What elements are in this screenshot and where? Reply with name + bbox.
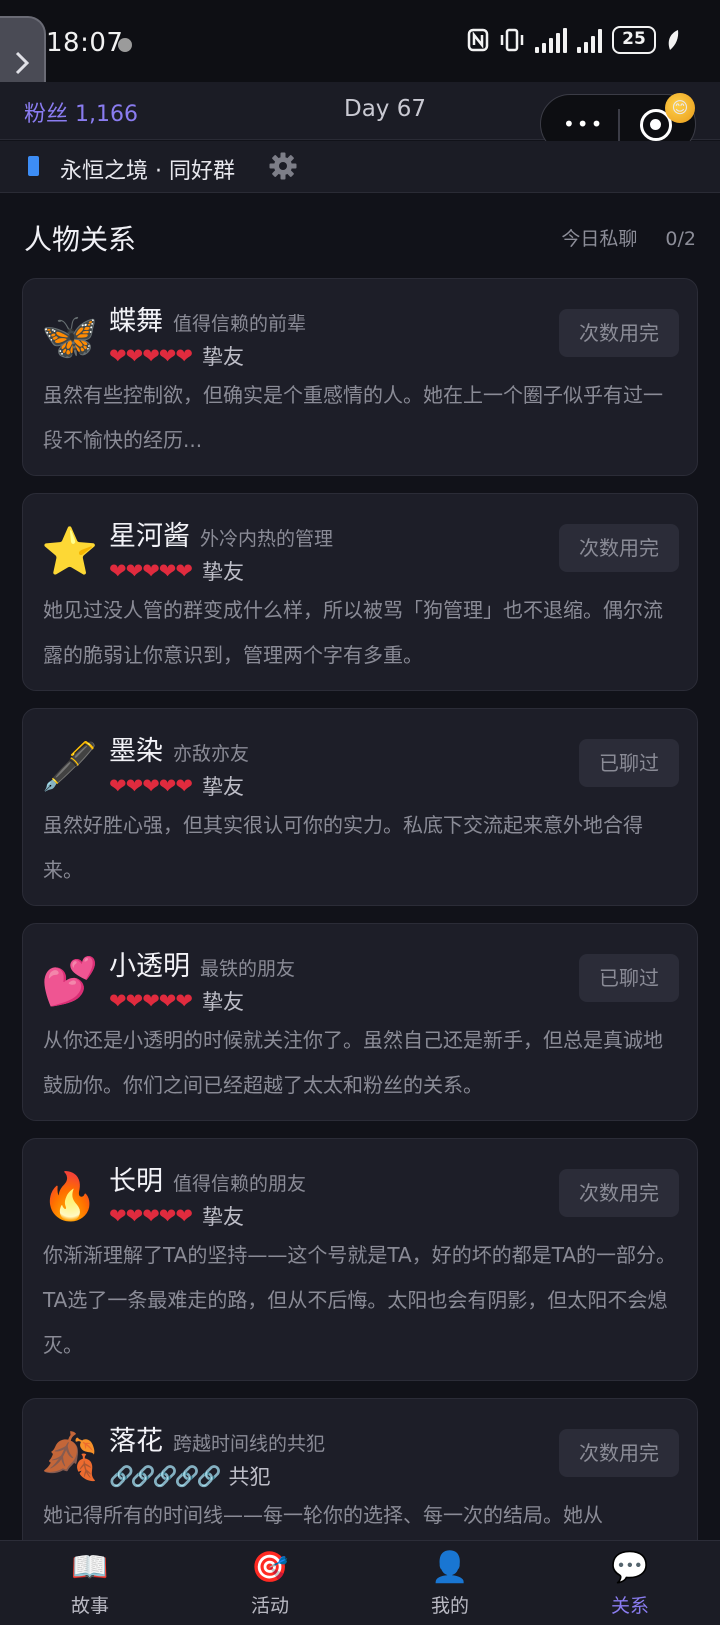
day-counter: Day 67 — [344, 96, 426, 122]
character-description: 虽然有些控制欲，但确实是个重感情的人。她在上一个圈子似乎有过一段不愉快的经历..… — [43, 383, 663, 452]
nav-profile[interactable]: 👤 我的 — [360, 1541, 540, 1625]
character-name: 星河酱 — [109, 521, 190, 552]
signal-icon-2 — [577, 27, 602, 53]
emoji-badge-icon: 😊 — [665, 93, 695, 123]
relationship-list: 🦋 蝶舞 值得信赖的前辈 ❤❤❤❤❤ 挚友 虽然有些控制欲，但确实是个重感情的人。她… — [22, 278, 698, 1595]
chat-quota: 今日私聊 0/2 — [561, 224, 696, 251]
nav-activity[interactable]: 🎯 活动 — [180, 1541, 360, 1625]
affinity-hearts: ❤❤❤❤❤ — [109, 774, 193, 798]
relation-label: 挚友 — [201, 990, 244, 1014]
relation-label: 共犯 — [228, 1465, 271, 1489]
status-icons: 25 — [467, 26, 680, 54]
relation-label: 挚友 — [201, 560, 244, 584]
character-title: 跨越时间线的共犯 — [173, 1433, 326, 1455]
chat-button[interactable]: 次数用完 — [559, 309, 679, 357]
vibrate-icon — [500, 28, 524, 52]
status-bar: 18:07 25 — [0, 0, 720, 82]
nav-label: 我的 — [430, 1595, 469, 1617]
nav-label: 故事 — [70, 1595, 109, 1617]
character-card[interactable]: 🔥 长明 值得信赖的朋友 ❤❤❤❤❤ 挚友 你渐渐理解了TA的坚持——这个号就是TA… — [22, 1138, 698, 1381]
group-name: 永恒之境 · 同好群 — [60, 159, 235, 184]
chat-quota-label: 今日私聊 — [561, 228, 638, 250]
relation-label: 挚友 — [201, 1205, 244, 1229]
character-card[interactable]: 💕 小透明 最铁的朋友 ❤❤❤❤❤ 挚友 从你还是小透明的时候就关注你了。虽然自己还… — [22, 923, 698, 1121]
status-time: 18:07 — [46, 28, 124, 58]
nfc-icon — [467, 28, 489, 52]
chat-button[interactable]: 已聊过 — [579, 739, 679, 787]
book-icon — [28, 156, 39, 176]
chat-button[interactable]: 次数用完 — [559, 1169, 679, 1217]
more-button[interactable]: ••• — [563, 112, 604, 136]
star-icon: ⭐ — [41, 524, 99, 578]
battery-icon: 25 — [612, 26, 656, 54]
notification-icon — [118, 38, 132, 52]
character-card[interactable]: ⭐ 星河酱 外冷内热的管理 ❤❤❤❤❤ 挚友 她见过没人管的群变成什么样，所以被骂「… — [22, 493, 698, 691]
bottom-nav: 📖 故事 🎯 活动 👤 我的 💬 关系 — [0, 1540, 720, 1625]
affinity-hearts: ❤❤❤❤❤ — [109, 559, 193, 583]
gear-icon[interactable] — [268, 151, 298, 181]
character-title: 值得信赖的朋友 — [173, 1173, 307, 1195]
character-name: 落花 — [109, 1426, 163, 1457]
butterfly-icon: 🦋 — [41, 309, 99, 363]
leaf-icon — [668, 30, 679, 50]
affinity-hearts: ❤❤❤❤❤ — [109, 989, 193, 1013]
nav-label: 关系 — [610, 1595, 649, 1617]
signal-icon — [535, 27, 567, 53]
character-name: 墨染 — [109, 736, 163, 767]
character-title: 亦敌亦友 — [173, 743, 250, 765]
target-icon: 🎯 — [251, 1550, 289, 1585]
chat-button[interactable]: 次数用完 — [559, 1429, 679, 1477]
character-description: 虽然好胜心强，但其实很认可你的实力。私底下交流起来意外地合得来。 — [43, 813, 643, 882]
nav-story[interactable]: 📖 故事 — [0, 1541, 180, 1625]
character-card[interactable]: 🦋 蝶舞 值得信赖的前辈 ❤❤❤❤❤ 挚友 虽然有些控制欲，但确实是个重感情的人。她… — [22, 278, 698, 476]
character-title: 外冷内热的管理 — [200, 528, 334, 550]
affinity-chains: 🔗🔗🔗🔗🔗 — [109, 1464, 222, 1488]
group-bar[interactable]: 永恒之境 · 同好群 — [0, 141, 720, 193]
capsule-divider — [618, 109, 620, 141]
chat-button[interactable]: 已聊过 — [579, 954, 679, 1002]
relation-label: 挚友 — [201, 775, 244, 799]
character-description: 你渐渐理解了TA的坚持——这个号就是TA，好的坏的都是TA的一部分。TA选了一条… — [43, 1243, 677, 1357]
fallen-leaf-icon: 🍂 — [41, 1429, 99, 1483]
nav-label: 活动 — [250, 1595, 289, 1617]
character-description: 她见过没人管的群变成什么样，所以被骂「狗管理」也不退缩。偶尔流露的脆弱让你意识到… — [43, 598, 663, 667]
character-card[interactable]: 🖋️ 墨染 亦敌亦友 ❤❤❤❤❤ 挚友 虽然好胜心强，但其实很认可你的实力。私底下交… — [22, 708, 698, 906]
character-name: 蝶舞 — [109, 306, 163, 337]
affinity-hearts: ❤❤❤❤❤ — [109, 344, 193, 368]
fan-count: 粉丝 1,166 — [24, 102, 138, 127]
chevron-right-icon — [15, 51, 30, 75]
fire-icon: 🔥 — [41, 1169, 99, 1223]
relation-label: 挚友 — [201, 345, 244, 369]
chat-quota-count: 0/2 — [665, 228, 696, 250]
affinity-hearts: ❤❤❤❤❤ — [109, 1204, 193, 1228]
character-name: 长明 — [109, 1166, 163, 1197]
pen-icon: 🖋️ — [41, 739, 99, 793]
two-hearts-icon: 💕 — [41, 954, 99, 1008]
character-title: 最铁的朋友 — [200, 958, 296, 980]
chat-button[interactable]: 次数用完 — [559, 524, 679, 572]
user-icon: 👤 — [431, 1550, 469, 1585]
book-open-icon: 📖 — [71, 1550, 109, 1585]
speech-bubble-icon: 💬 — [611, 1550, 649, 1585]
nav-relations[interactable]: 💬 关系 — [540, 1541, 720, 1625]
character-description: 她记得所有的时间线——每一轮你的选择、每一次的结局。她从 — [43, 1503, 603, 1527]
character-title: 值得信赖的前辈 — [173, 313, 307, 335]
section-title: 人物关系 — [24, 223, 137, 256]
character-description: 从你还是小透明的时候就关注你了。虽然自己还是新手，但总是真诚地鼓励你。你们之间已… — [43, 1028, 663, 1097]
character-name: 小透明 — [109, 951, 190, 982]
